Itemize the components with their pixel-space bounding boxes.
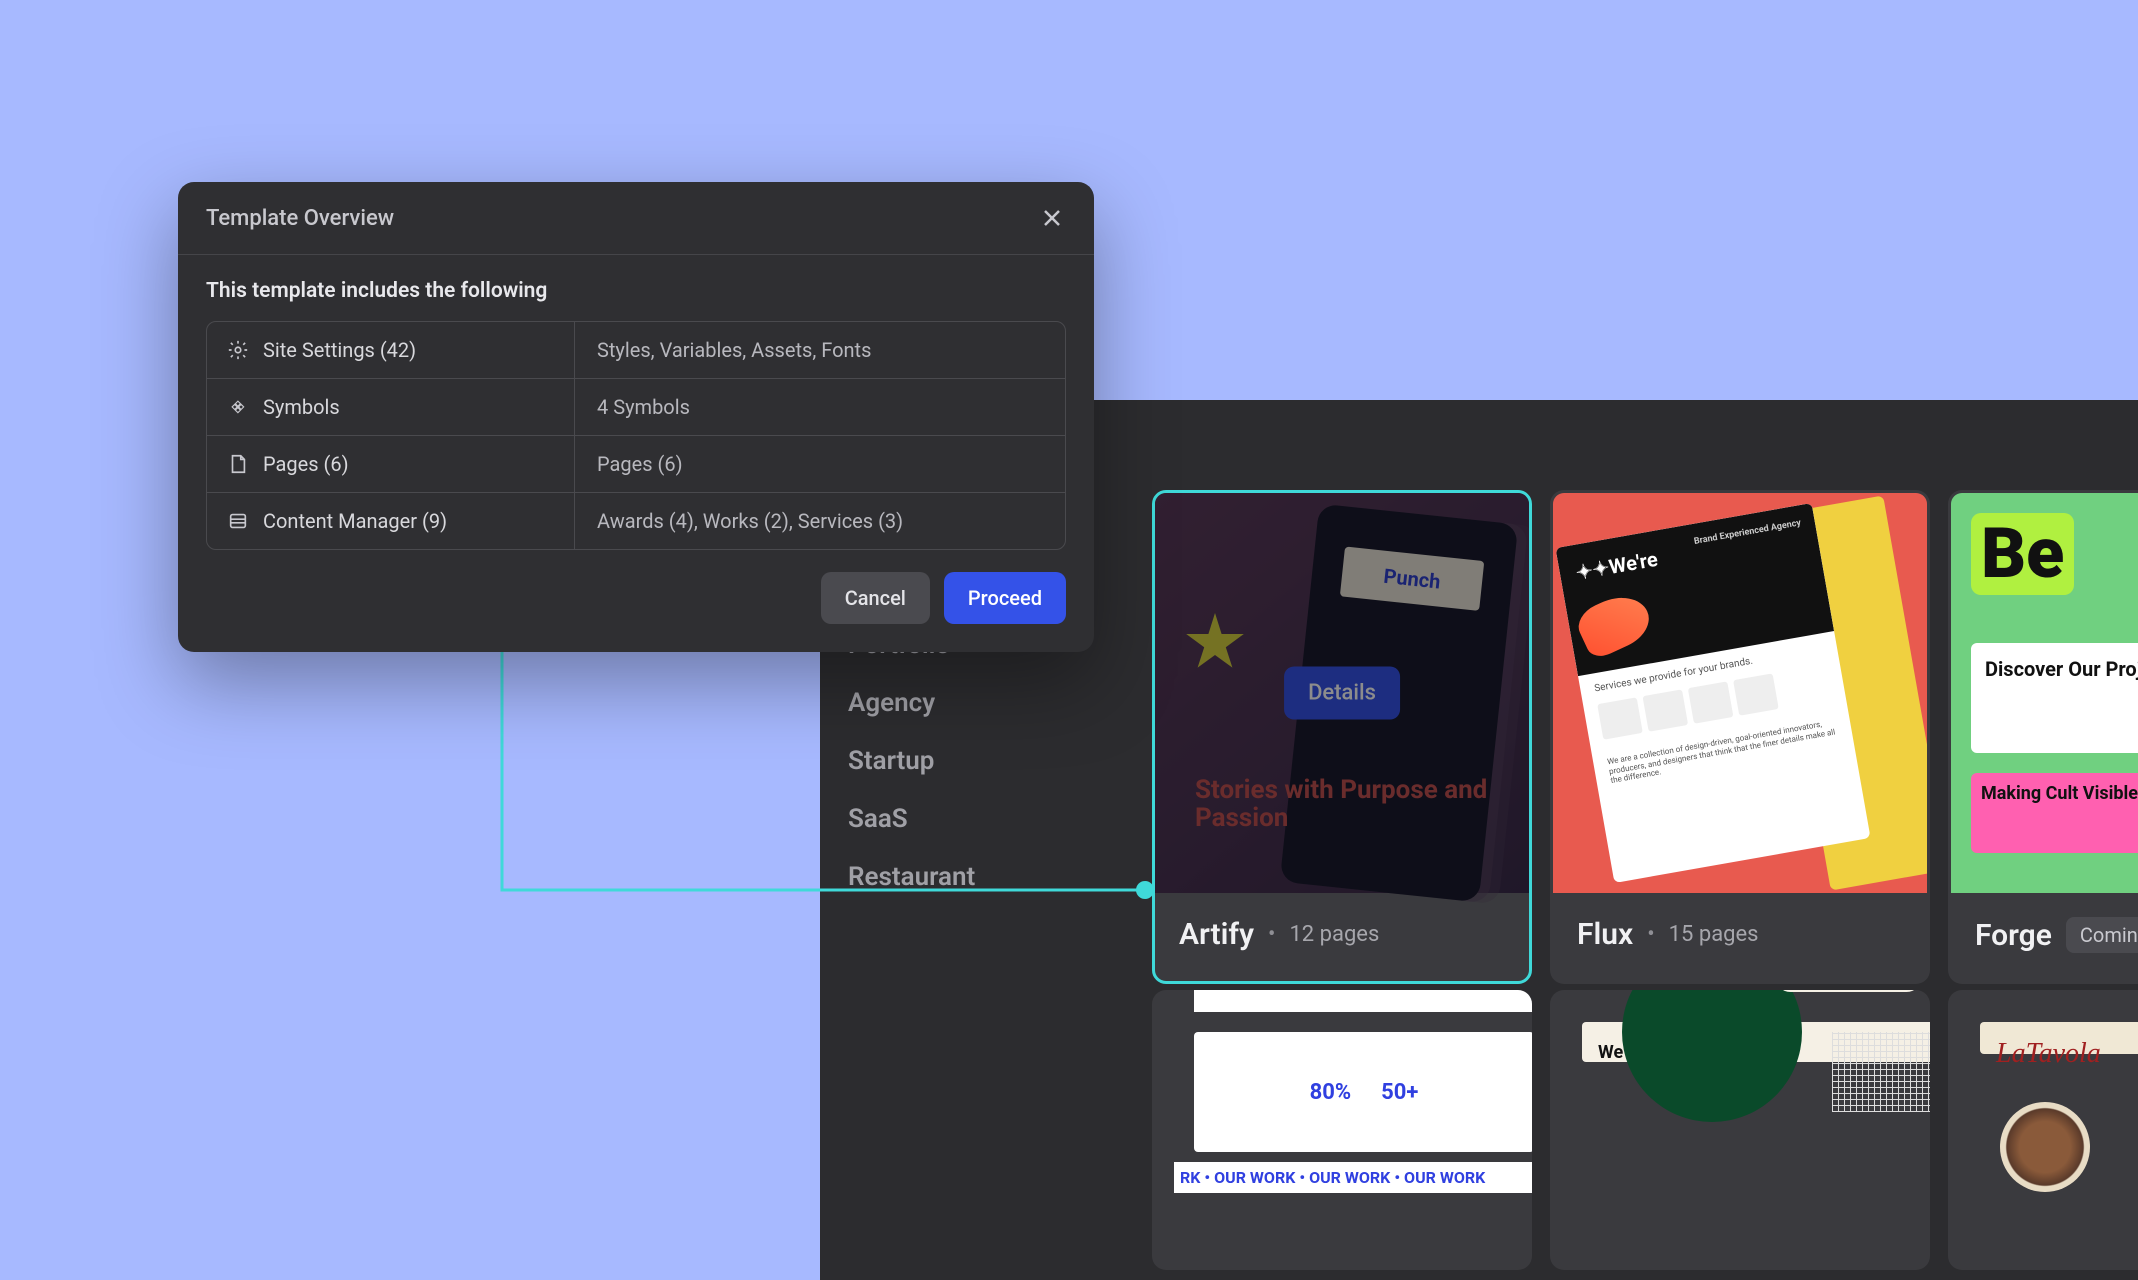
separator-dot: • [1647,922,1654,947]
template-preview: Punch Stories with Purpose and Passion D… [1155,493,1529,893]
template-card[interactable]: 80% 50+ RK • OUR WORK • OUR WORK • OUR W… [1152,990,1532,1270]
dish-icon [2000,1102,2090,1192]
dialog-header: Template Overview [178,182,1094,255]
card-title: Forge [1975,918,2052,953]
template-card-flux[interactable]: ✦✦We're Brand Experienced Agency Service… [1550,490,1930,984]
marquee-text: RK • OUR WORK • OUR WORK • OUR WORK [1174,1162,1532,1193]
feature-label: Content Manager (9) [263,509,447,533]
database-icon [227,510,249,532]
template-card[interactable]: We elevate your brand Our new expression… [1550,990,1930,1270]
preview-be-text: Be [1971,513,2074,595]
card-title: Flux [1577,917,1633,952]
card-footer: Flux • 15 pages [1553,893,1927,980]
dialog-subtitle: This template includes the following [206,279,1066,303]
card-title: Artify [1179,917,1254,952]
diamond-icon [227,396,249,418]
card-footer: Forge Coming [1951,893,2138,981]
details-button[interactable]: Details [1284,667,1400,720]
stat-value: 50+ [1381,1080,1418,1105]
template-card-artify[interactable]: Punch Stories with Purpose and Passion D… [1152,490,1532,984]
preview-brand-text: Brand Experienced Agency [1693,519,1801,548]
template-cards-row-2: 80% 50+ RK • OUR WORK • OUR WORK • OUR W… [1152,990,2138,1270]
cancel-button[interactable]: Cancel [821,572,930,624]
stat-value: 80% [1310,1080,1352,1105]
feature-detail: Awards (4), Works (2), Services (3) [575,493,1065,549]
feature-row-pages: Pages (6) Pages (6) [207,436,1065,493]
feature-detail: Styles, Variables, Assets, Fonts [575,322,1065,378]
proceed-button[interactable]: Proceed [944,572,1066,624]
template-preview: Be Discover Our Proje Making Cult Visibl… [1951,493,2138,893]
feature-detail: Pages (6) [575,436,1065,492]
dialog-title: Template Overview [206,206,394,231]
preview-tagline: Stories with Purpose and Passion [1195,776,1529,833]
category-startup[interactable]: Startup [848,746,975,776]
feature-row-site-settings: Site Settings (42) Styles, Variables, As… [207,322,1065,379]
preview-discover-text: Discover Our Proje [1971,643,2138,753]
preview-hero-text: ✦✦We're [1574,547,1659,585]
feature-row-symbols: Symbols 4 Symbols [207,379,1065,436]
preview-culture-text: Making Cult Visible [1971,773,2138,853]
preview-pill: Our new expression. [1775,990,1922,992]
close-button[interactable] [1038,204,1066,232]
separator-dot: • [1268,922,1275,947]
page-icon [227,453,249,475]
close-icon [1041,207,1063,229]
template-card-forge[interactable]: Be Discover Our Proje Making Cult Visibl… [1948,490,2138,984]
feature-label: Site Settings (42) [263,338,416,362]
category-restaurant[interactable]: Restaurant [848,862,975,892]
template-cards-row-1: Punch Stories with Purpose and Passion D… [1152,490,2138,984]
gear-icon [227,339,249,361]
card-footer: Artify • 12 pages [1155,893,1529,980]
template-overview-dialog: Template Overview This template includes… [178,182,1094,652]
preview-caption: URBAN, SCENIC AND CINEMATIC [1194,990,1532,1012]
template-card[interactable]: LaTavola Our Story [1948,990,2138,1270]
feature-label: Symbols [263,395,340,419]
feature-row-content-manager: Content Manager (9) Awards (4), Works (2… [207,493,1065,549]
category-agency[interactable]: Agency [848,688,975,718]
dialog-footer: Cancel Proceed [206,572,1066,624]
preview-logo: Punch [1340,547,1484,611]
circle-shape [1622,990,1802,1122]
card-page-count: 12 pages [1289,922,1379,947]
feature-detail: 4 Symbols [575,379,1065,435]
preview-title: LaTavola [1996,1038,2138,1070]
template-preview: ✦✦We're Brand Experienced Agency Service… [1553,493,1927,893]
category-saas[interactable]: SaaS [848,804,975,834]
feature-label: Pages (6) [263,452,349,476]
category-list: Portfolio Agency Startup SaaS Restaurant [848,630,975,892]
feature-table: Site Settings (42) Styles, Variables, As… [206,321,1066,550]
shoe-icon [1572,587,1657,662]
coming-soon-badge: Coming [2066,917,2138,953]
star-icon [1185,613,1245,673]
card-page-count: 15 pages [1669,922,1759,947]
grid-pattern-icon [1832,1032,1930,1112]
